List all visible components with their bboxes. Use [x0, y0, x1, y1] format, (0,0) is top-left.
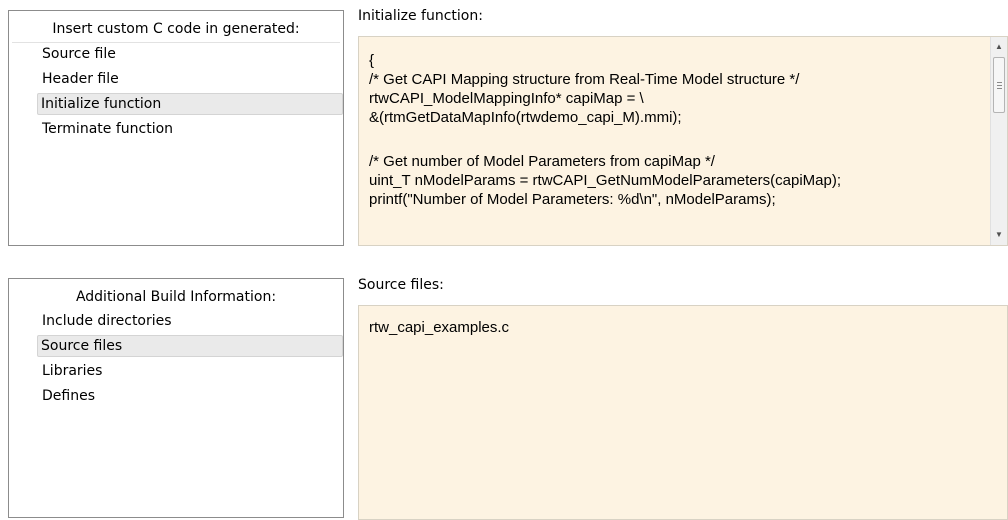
source-files-editor[interactable]: rtw_capi_examples.c — [358, 305, 1008, 520]
code-line: rtwCAPI_ModelMappingInfo* capiMap = \ — [369, 90, 644, 107]
editor-scrollbar[interactable]: ▲ ▼ — [990, 37, 1007, 245]
list-item-source-file[interactable]: Source file — [38, 43, 116, 65]
code-line: { — [369, 52, 375, 69]
custom-code-panel: Insert custom C code in generated: Sourc… — [8, 10, 344, 246]
scroll-down-arrow-icon[interactable]: ▼ — [991, 227, 1007, 243]
scroll-thumb-grip-icon — [997, 82, 1002, 83]
list-item-defines[interactable]: Defines — [38, 385, 95, 407]
code-line: /* Get CAPI Mapping structure from Real-… — [369, 71, 800, 88]
scroll-thumb-grip-icon — [997, 85, 1002, 86]
code-line: /* Get number of Model Parameters from c… — [369, 153, 715, 170]
source-files-label: Source files: — [358, 277, 444, 293]
scroll-up-arrow-icon[interactable]: ▲ — [991, 39, 1007, 55]
list-item-header-file[interactable]: Header file — [38, 68, 119, 90]
initialize-function-editor[interactable]: { /* Get CAPI Mapping structure from Rea… — [358, 36, 1008, 246]
list-item-include-directories[interactable]: Include directories — [38, 310, 172, 332]
list-item-initialize-function[interactable]: Initialize function — [37, 93, 343, 115]
code-line: &(rtmGetDataMapInfo(rtwdemo_capi_M).mmi)… — [369, 109, 682, 126]
build-info-panel: Additional Build Information: Include di… — [8, 278, 344, 518]
list-item-terminate-function[interactable]: Terminate function — [38, 118, 173, 140]
code-line: rtw_capi_examples.c — [369, 319, 510, 336]
code-line: uint_T nModelParams = rtwCAPI_GetNumMode… — [369, 172, 841, 189]
list-item-libraries[interactable]: Libraries — [38, 360, 102, 382]
code-line: printf("Number of Model Parameters: %d\n… — [369, 191, 776, 208]
list-item-source-files[interactable]: Source files — [37, 335, 343, 357]
initialize-function-label: Initialize function: — [358, 8, 483, 24]
custom-code-panel-title: Insert custom C code in generated: — [12, 14, 340, 43]
scroll-thumb-grip-icon — [997, 88, 1002, 89]
scrollbar-thumb[interactable] — [993, 57, 1005, 113]
build-info-panel-title: Additional Build Information: — [75, 289, 277, 305]
